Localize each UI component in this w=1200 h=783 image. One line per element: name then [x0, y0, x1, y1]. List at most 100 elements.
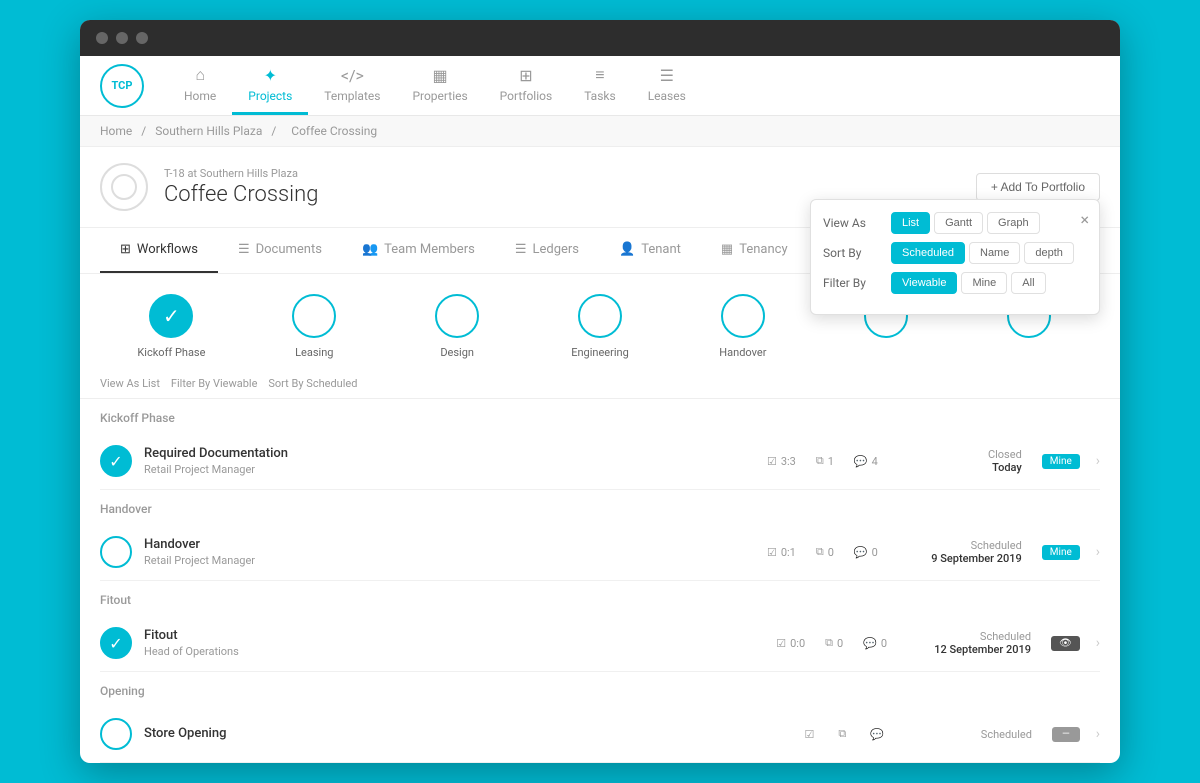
tab-tenant[interactable]: 👤 Tenant: [599, 228, 701, 273]
sort-name-button[interactable]: Name: [969, 242, 1020, 264]
view-options-popup: × View As List Gantt Graph Sort By Sched…: [810, 199, 1100, 315]
table-row[interactable]: ✓ Fitout Head of Operations ☑ 0:0 ⧉ 0 💬 …: [100, 615, 1100, 672]
tab-workflows-label: Workflows: [137, 242, 198, 257]
nav-item-properties[interactable]: ▦ Properties: [396, 56, 483, 115]
eye-badge-fitout: 👁: [1051, 636, 1080, 651]
filter-all-button[interactable]: All: [1011, 272, 1045, 294]
view-graph-button[interactable]: Graph: [987, 212, 1040, 234]
browser-dot-yellow: [116, 32, 128, 44]
filter-viewable-button[interactable]: Viewable: [891, 272, 957, 294]
nav-bar: TCP ⌂ Home ✦ Projects </> Templates ▦ Pr…: [80, 56, 1120, 116]
view-btn-group: List Gantt Graph: [891, 212, 1040, 234]
table-row[interactable]: Store Opening ☑ ⧉ 💬 Scheduled: [100, 706, 1100, 763]
stage-circle-design: [435, 294, 479, 338]
task-date-kickoff: Closed Today: [902, 448, 1022, 474]
workflows-icon: ⊞: [120, 242, 131, 257]
sort-depth-button[interactable]: depth: [1024, 242, 1074, 264]
comments-value-kickoff: 4: [872, 455, 878, 468]
comment-icon: 💬: [854, 455, 868, 468]
checks-value-fitout: 0:0: [790, 637, 805, 650]
tab-documents[interactable]: ☰ Documents: [218, 228, 342, 273]
task-meta-fitout: ☑ 0:0 ⧉ 0 💬 0: [776, 636, 887, 650]
popup-filter-by-label: Filter By: [823, 276, 883, 290]
view-gantt-button[interactable]: Gantt: [934, 212, 983, 234]
task-info-fitout: Fitout Head of Operations: [144, 628, 764, 658]
nav-item-templates[interactable]: </> Templates: [308, 56, 396, 115]
meta-copies-fitout: ⧉ 0: [825, 636, 843, 650]
task-status-fitout: Scheduled: [911, 630, 1031, 643]
sort-scheduled-button[interactable]: Scheduled: [891, 242, 965, 264]
nav-label-properties: Properties: [412, 89, 467, 103]
nav-item-home[interactable]: ⌂ Home: [168, 56, 232, 115]
checkbox-icon: ☑: [776, 637, 786, 650]
breadcrumb-home[interactable]: Home: [100, 124, 132, 138]
task-check-fitout: ✓: [100, 627, 132, 659]
copies-value-fitout: 0: [837, 637, 843, 650]
leases-icon: ☰: [660, 66, 674, 85]
browser-dot-red: [96, 32, 108, 44]
tab-team-members[interactable]: 👥 Team Members: [342, 228, 495, 273]
chevron-kickoff: ›: [1096, 453, 1100, 469]
add-to-portfolio-button[interactable]: + Add To Portfolio: [976, 173, 1100, 201]
browser-window: TCP ⌂ Home ✦ Projects </> Templates ▦ Pr…: [80, 20, 1120, 763]
filter-filter-by: Filter By Viewable: [171, 377, 258, 390]
stage-kickoff[interactable]: ✓ Kickoff Phase: [100, 294, 243, 359]
comments-value-fitout: 0: [881, 637, 887, 650]
tab-ledgers[interactable]: ☰ Ledgers: [495, 228, 599, 273]
section-kickoff: Kickoff Phase: [100, 399, 1100, 433]
stage-leasing[interactable]: Leasing: [243, 294, 386, 359]
nav-item-projects[interactable]: ✦ Projects: [232, 56, 308, 115]
team-members-icon: 👥: [362, 242, 378, 257]
nav-item-portfolios[interactable]: ⊞ Portfolios: [484, 56, 569, 115]
checkbox-icon: ☑: [805, 728, 815, 741]
tab-tenancy-label: Tenancy: [739, 242, 787, 257]
nav-label-templates: Templates: [324, 89, 380, 103]
comment-icon: 💬: [870, 728, 884, 741]
task-status-handover: Scheduled: [902, 539, 1022, 552]
view-list-button[interactable]: List: [891, 212, 930, 234]
home-icon: ⌂: [195, 65, 205, 85]
task-check-kickoff: ✓: [100, 445, 132, 477]
tab-team-label: Team Members: [384, 242, 475, 257]
projects-icon: ✦: [264, 66, 277, 85]
copies-value-kickoff: 1: [828, 455, 834, 468]
stage-circle-handover: [721, 294, 765, 338]
stage-handover[interactable]: Handover: [671, 294, 814, 359]
stage-label-engineering: Engineering: [571, 346, 629, 359]
breadcrumb-current: Coffee Crossing: [291, 124, 377, 138]
tab-tenancy[interactable]: ▦ Tenancy: [701, 228, 808, 273]
stage-label-design: Design: [440, 346, 474, 359]
nav-item-leases[interactable]: ☰ Leases: [632, 56, 702, 115]
task-name-kickoff: Required Documentation: [144, 446, 755, 461]
task-info-opening: Store Opening: [144, 726, 793, 743]
stage-design[interactable]: Design: [386, 294, 529, 359]
browser-chrome: [80, 20, 1120, 56]
table-row[interactable]: Handover Retail Project Manager ☑ 0:1 ⧉ …: [100, 524, 1100, 581]
nav-label-projects: Projects: [248, 89, 292, 103]
chevron-opening: ›: [1096, 726, 1100, 742]
meta-comments-opening: 💬: [870, 728, 888, 741]
table-row[interactable]: ✓ Required Documentation Retail Project …: [100, 433, 1100, 490]
stage-engineering[interactable]: Engineering: [529, 294, 672, 359]
breadcrumb-plaza[interactable]: Southern Hills Plaza: [155, 124, 262, 138]
meta-checks-opening: ☑: [805, 728, 819, 741]
chevron-fitout: ›: [1096, 635, 1100, 651]
filter-mine-button[interactable]: Mine: [961, 272, 1007, 294]
logo[interactable]: TCP: [100, 64, 144, 108]
breadcrumb-sep1: /: [141, 124, 149, 138]
nav-item-tasks[interactable]: ≡ Tasks: [568, 56, 632, 115]
popup-row-sort-by: Sort By Scheduled Name depth: [823, 242, 1087, 264]
comment-icon: 💬: [854, 546, 868, 559]
checkbox-icon: ☑: [767, 455, 777, 468]
popup-close-button[interactable]: ×: [1080, 210, 1089, 229]
filter-bar: View As List Filter By Viewable Sort By …: [80, 369, 1120, 399]
comments-value-handover: 0: [872, 546, 878, 559]
copy-icon: ⧉: [825, 636, 833, 650]
task-assignee-fitout: Head of Operations: [144, 645, 764, 658]
stage-circle-kickoff: ✓: [149, 294, 193, 338]
tab-workflows[interactable]: ⊞ Workflows: [100, 228, 218, 273]
tab-tenant-label: Tenant: [641, 242, 681, 257]
meta-copies-kickoff: ⧉ 1: [816, 454, 834, 468]
popup-sort-by-label: Sort By: [823, 246, 883, 260]
comment-icon: 💬: [863, 637, 877, 650]
